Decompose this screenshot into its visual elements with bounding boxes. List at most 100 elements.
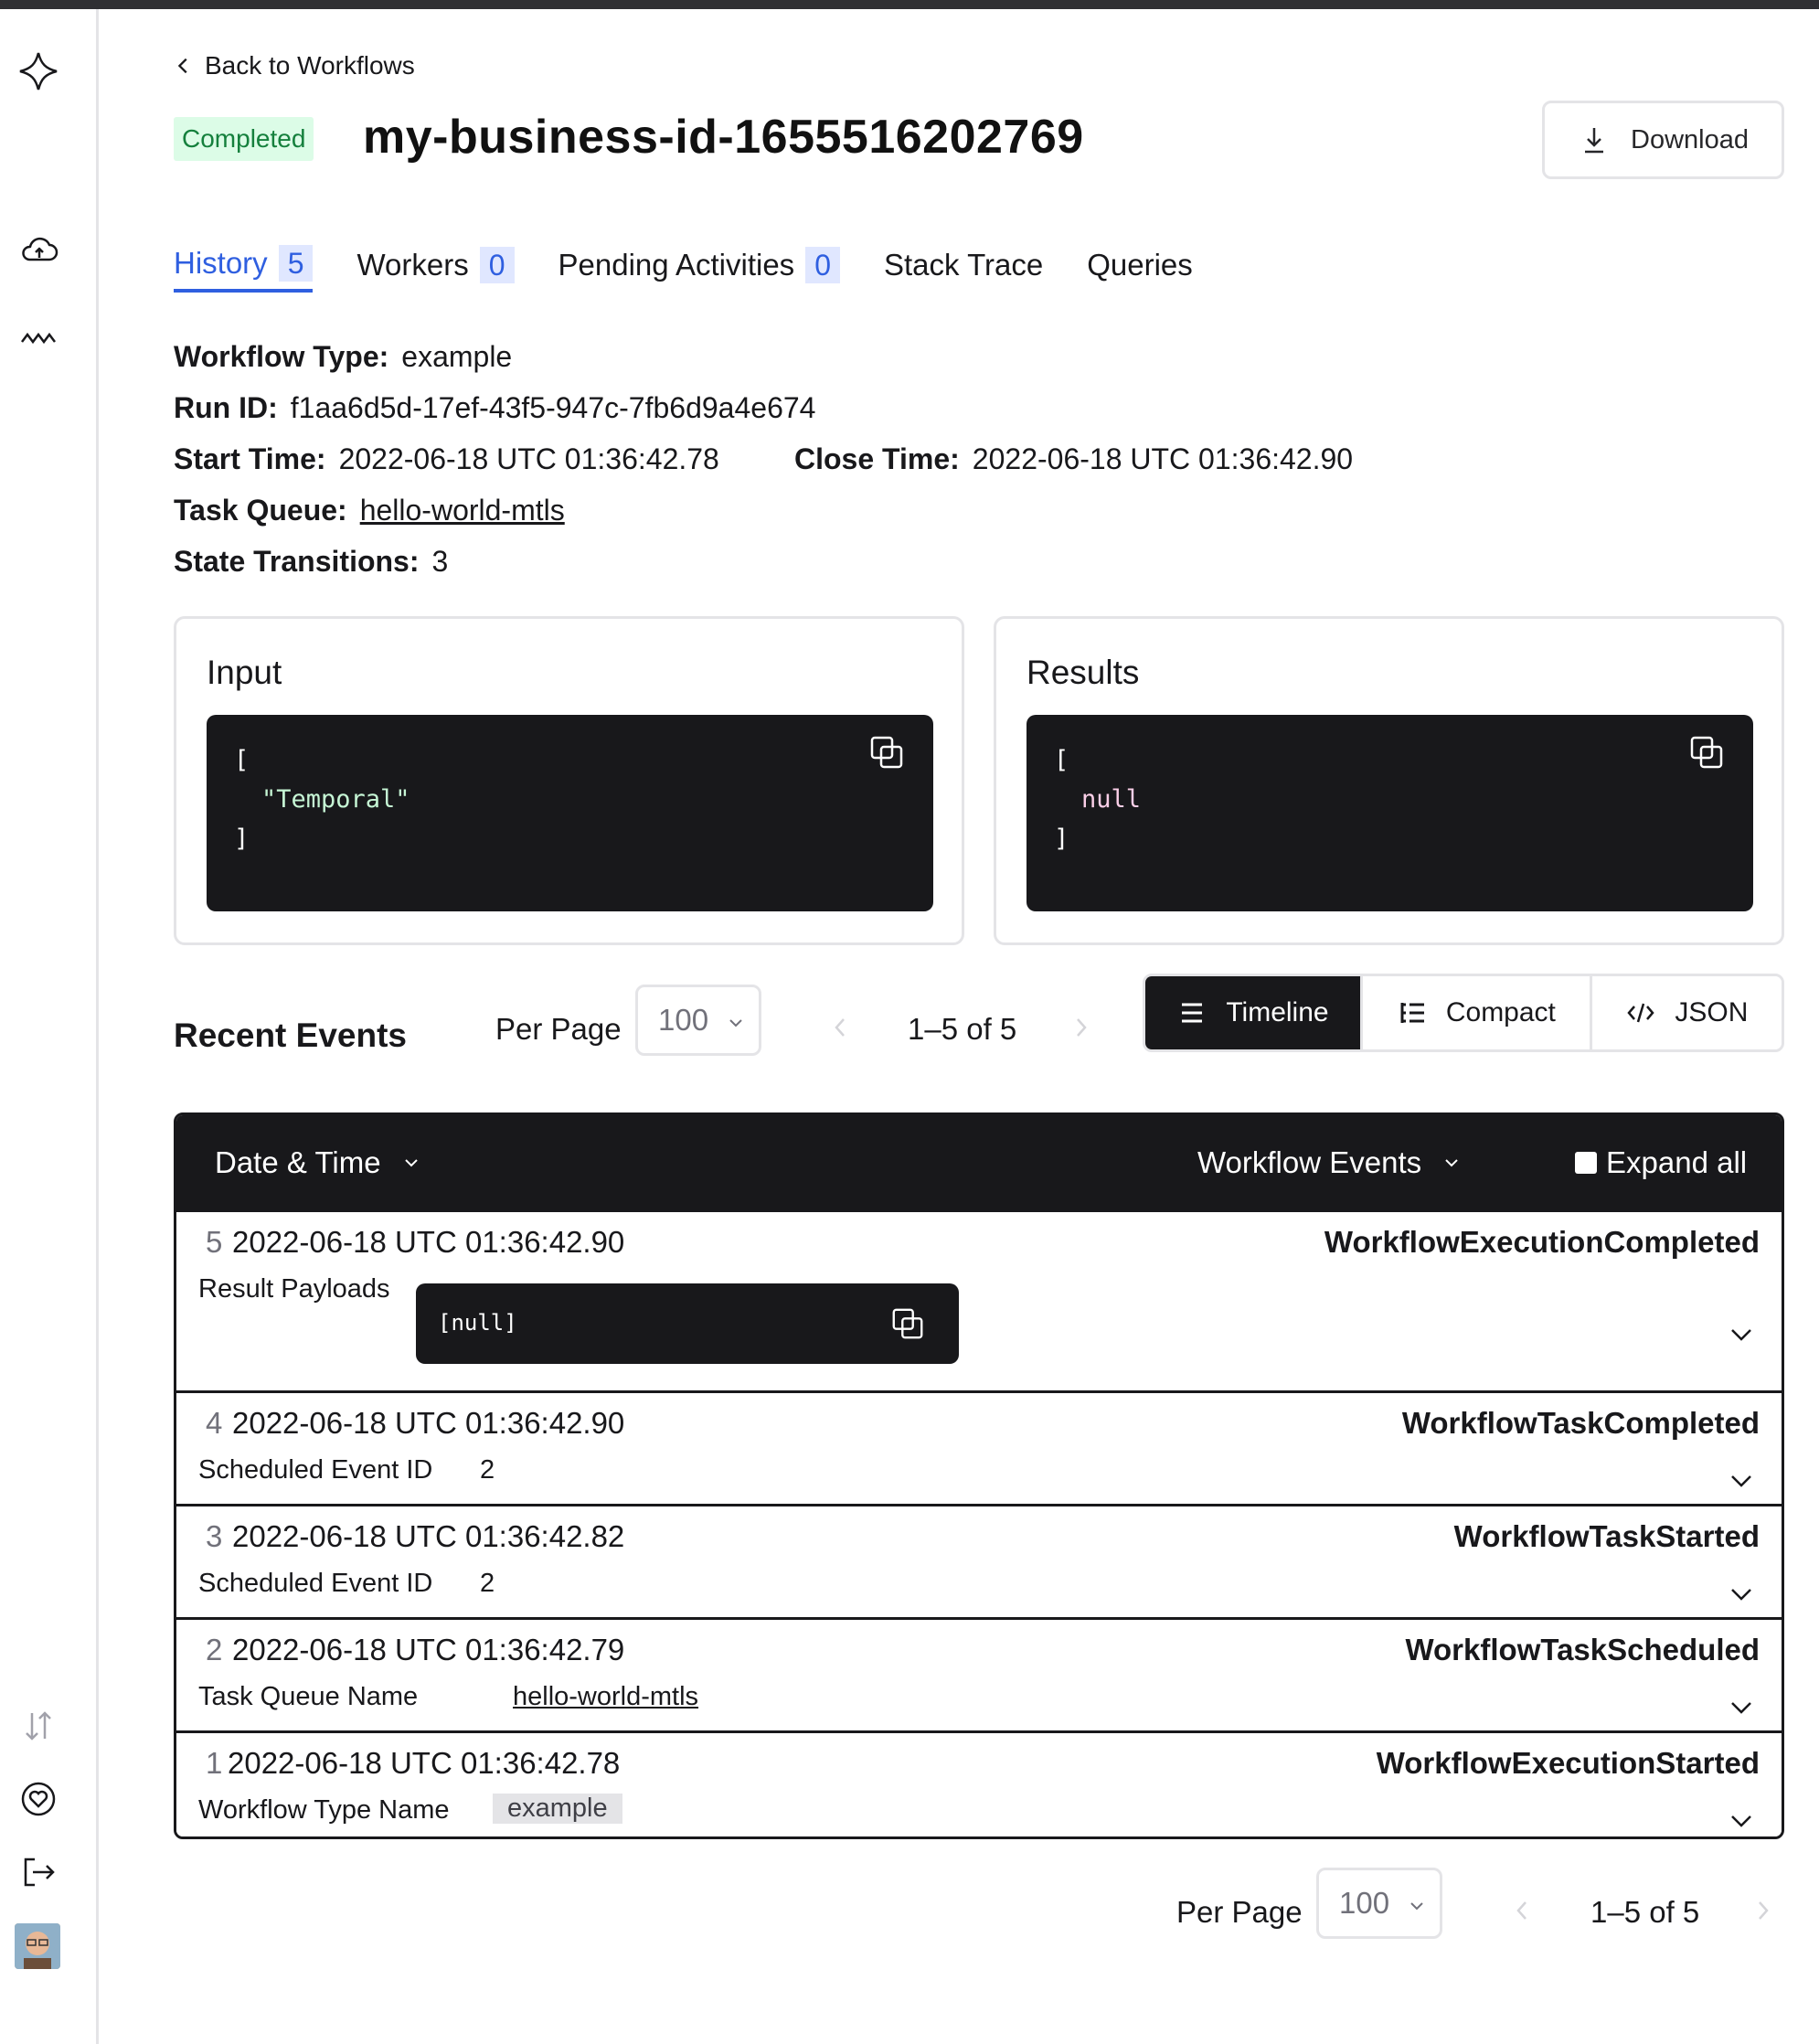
meta-label: Task Queue:: [174, 494, 347, 527]
code-bracket: ]: [234, 825, 250, 853]
tab-queries[interactable]: Queries: [1087, 245, 1193, 293]
tab-label: Pending Activities: [558, 248, 795, 282]
status-badge: Completed: [174, 117, 314, 161]
state-transitions-row: State Transitions: 3: [174, 545, 448, 579]
event-time: 2022-06-18 UTC 01:36:42.90: [232, 1225, 625, 1259]
tab-pending-activities[interactable]: Pending Activities 0: [558, 245, 840, 293]
workflow-events-filter-button[interactable]: Workflow Events: [1197, 1145, 1462, 1180]
temporal-logo-icon[interactable]: [15, 48, 62, 95]
event-detail-key: Scheduled Event ID: [198, 1455, 433, 1485]
code-icon: [1627, 1003, 1655, 1023]
chevron-down-icon[interactable]: [1727, 1466, 1756, 1496]
table-row[interactable]: 5 2022-06-18 UTC 01:36:42.90 WorkflowExe…: [176, 1212, 1782, 1393]
avatar[interactable]: [15, 1923, 60, 1969]
tab-stack-trace[interactable]: Stack Trace: [884, 245, 1043, 293]
json-view-button[interactable]: JSON: [1591, 976, 1782, 1049]
chevron-down-icon[interactable]: [1727, 1580, 1756, 1609]
logout-icon[interactable]: [15, 1848, 62, 1896]
tab-label: Workers: [356, 248, 469, 282]
event-detail-key: Result Payloads: [198, 1274, 390, 1304]
workflow-type-row: Workflow Type: example: [174, 340, 512, 374]
chevron-down-icon[interactable]: [1727, 1320, 1756, 1349]
next-page-icon[interactable]: [1071, 1015, 1091, 1040]
heart-icon[interactable]: [15, 1775, 62, 1823]
column-header-label: Date & Time: [215, 1145, 381, 1179]
tab-label: Queries: [1087, 248, 1193, 282]
footer-per-page-label: Per Page: [1176, 1895, 1303, 1929]
chevron-left-icon: [177, 58, 187, 74]
footer-per-page-select[interactable]: 100: [1316, 1868, 1442, 1939]
sort-icon[interactable]: [15, 1702, 62, 1750]
view-label: JSON: [1675, 997, 1749, 1027]
view-label: Timeline: [1226, 997, 1329, 1027]
event-detail-value: 2: [480, 1569, 495, 1598]
tab-count-badge: 0: [479, 247, 515, 283]
event-type: WorkflowTaskCompleted: [1401, 1406, 1760, 1440]
table-row[interactable]: 2 2022-06-18 UTC 01:36:42.79 WorkflowTas…: [176, 1620, 1782, 1733]
activity-icon[interactable]: [15, 314, 62, 362]
event-type: WorkflowTaskStarted: [1453, 1519, 1760, 1553]
results-code-block: [ null ]: [1027, 715, 1753, 911]
chevron-down-icon[interactable]: [1727, 1806, 1756, 1836]
timeline-view-button[interactable]: Timeline: [1145, 976, 1363, 1049]
list-icon: [1182, 1003, 1203, 1023]
footer-next-page-icon[interactable]: [1753, 1898, 1773, 1923]
window-top-bar: [0, 0, 1819, 9]
side-navigation: [0, 9, 99, 2044]
back-link-label: Back to Workflows: [205, 51, 415, 80]
event-id: 2: [206, 1633, 223, 1666]
recent-events-title: Recent Events: [174, 1017, 407, 1054]
page-range: 1–5 of 5: [908, 1012, 1017, 1046]
code-bracket: [: [234, 746, 250, 774]
event-id: 1: [206, 1746, 223, 1780]
expand-all-toggle[interactable]: Expand all: [1575, 1145, 1747, 1180]
cloud-icon[interactable]: [15, 227, 62, 274]
expand-all-checkbox[interactable]: [1575, 1152, 1597, 1174]
prev-page-icon[interactable]: [830, 1015, 850, 1040]
per-page-value: 100: [658, 1003, 709, 1037]
event-type: WorkflowTaskScheduled: [1405, 1633, 1760, 1666]
workflow-type-value: example: [401, 340, 513, 373]
results-card: Results [ null ]: [994, 616, 1784, 945]
payload-value: [null]: [438, 1310, 517, 1336]
close-time-value: 2022-06-18 UTC 01:36:42.90: [972, 442, 1354, 475]
tree-list-icon: [1400, 1003, 1424, 1023]
download-label: Download: [1631, 124, 1749, 154]
copy-icon[interactable]: [889, 1305, 926, 1342]
tab-count-badge: 5: [278, 245, 314, 282]
page-title: my-business-id-1655516202769: [363, 111, 1084, 164]
table-row[interactable]: 3 2022-06-18 UTC 01:36:42.82 WorkflowTas…: [176, 1506, 1782, 1620]
run-id-row: Run ID: f1aa6d5d-17ef-43f5-947c-7fb6d9a4e…: [174, 391, 815, 425]
copy-icon[interactable]: [867, 733, 906, 772]
result-payload-code: [null]: [416, 1283, 959, 1364]
input-card: Input [ "Temporal" ]: [174, 616, 964, 945]
tab-history[interactable]: History 5: [174, 245, 314, 293]
task-queue-link[interactable]: hello-world-mtls: [360, 494, 565, 527]
back-to-workflows-link[interactable]: Back to Workflows: [174, 51, 415, 80]
compact-view-button[interactable]: Compact: [1362, 976, 1592, 1049]
tab-workers[interactable]: Workers 0: [356, 245, 515, 293]
view-label: Compact: [1445, 997, 1556, 1027]
task-queue-name-link[interactable]: hello-world-mtls: [513, 1682, 698, 1712]
download-icon: [1585, 128, 1603, 154]
footer-prev-page-icon[interactable]: [1512, 1898, 1532, 1923]
event-detail-value: 2: [480, 1455, 495, 1485]
chevron-down-icon: [1410, 1902, 1423, 1911]
meta-label: Close Time:: [794, 442, 960, 475]
table-row[interactable]: 1 2022-06-18 UTC 01:36:42.78 WorkflowExe…: [176, 1733, 1782, 1836]
meta-label: Start Time:: [174, 442, 326, 475]
event-detail-key: Workflow Type Name: [198, 1795, 450, 1825]
chevron-down-icon[interactable]: [1727, 1693, 1756, 1722]
results-value: null: [1081, 785, 1142, 814]
table-row[interactable]: 4 2022-06-18 UTC 01:36:42.90 WorkflowTas…: [176, 1393, 1782, 1506]
per-page-select[interactable]: 100: [635, 985, 761, 1056]
tab-count-badge: 0: [805, 247, 840, 283]
event-id: 3: [206, 1519, 223, 1553]
close-time-row: Close Time: 2022-06-18 UTC 01:36:42.90: [794, 442, 1353, 476]
date-time-sort-button[interactable]: Date & Time: [215, 1145, 421, 1180]
copy-icon[interactable]: [1687, 733, 1726, 772]
download-button[interactable]: Download: [1542, 101, 1784, 179]
event-time: 2022-06-18 UTC 01:36:42.78: [228, 1746, 621, 1780]
input-value: "Temporal": [261, 785, 410, 814]
column-header-label: Workflow Events: [1197, 1145, 1422, 1179]
